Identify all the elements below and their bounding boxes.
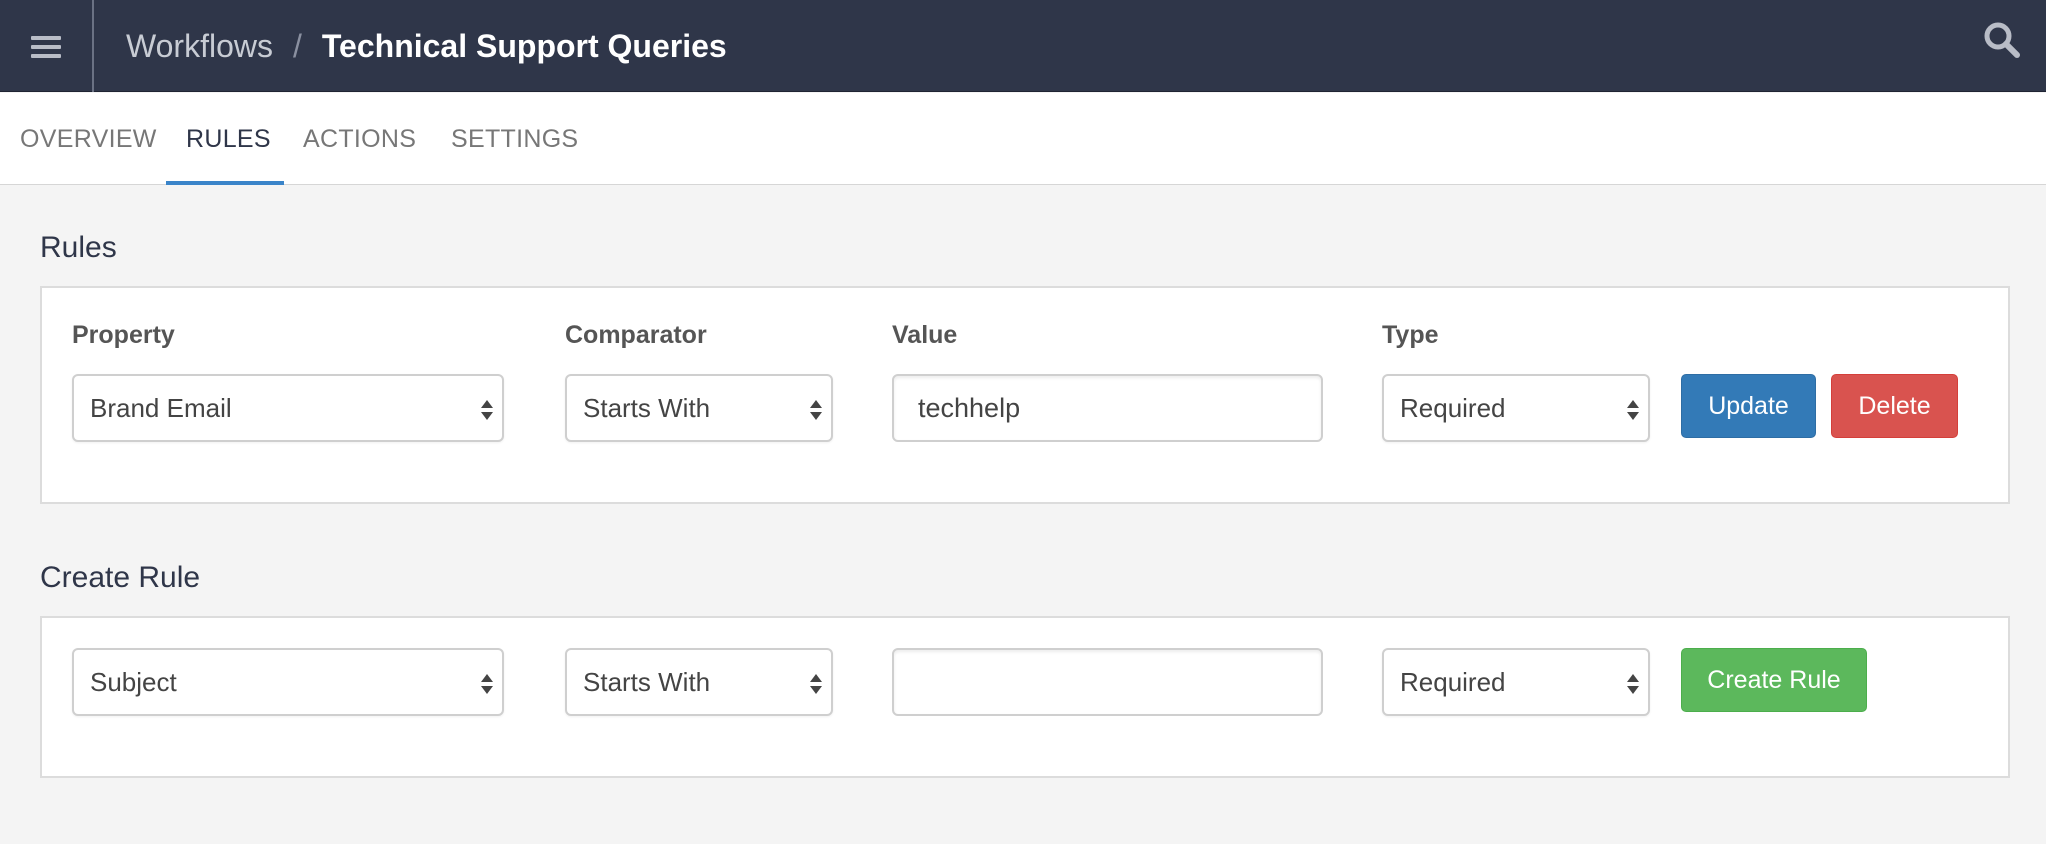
new-rule-property-value: Subject	[90, 666, 177, 697]
rule-property-select[interactable]: Brand Email	[72, 374, 504, 442]
create-rule-panel: Subject Starts With Required Create Rule	[40, 616, 2010, 778]
rule-type-select[interactable]: Required	[1382, 374, 1650, 442]
active-tab-indicator	[166, 181, 284, 185]
rules-section-title: Rules	[40, 231, 117, 264]
new-rule-type-value: Required	[1400, 666, 1506, 697]
hamburger-menu-icon	[31, 34, 61, 58]
tab-rules[interactable]: RULES	[186, 93, 271, 185]
rule-value-input[interactable]	[892, 374, 1323, 442]
value-label: Value	[892, 321, 958, 349]
select-arrows-icon	[810, 674, 822, 694]
breadcrumb-separator: /	[292, 27, 302, 64]
tab-actions[interactable]: ACTIONS	[303, 93, 416, 185]
new-rule-type-select[interactable]: Required	[1382, 648, 1650, 716]
property-label: Property	[72, 321, 175, 349]
select-arrows-icon	[810, 400, 822, 420]
rule-comparator-value: Starts With	[583, 392, 711, 423]
tab-bar: OVERVIEW RULES ACTIONS SETTINGS	[0, 93, 2046, 185]
search-icon	[1984, 22, 2020, 58]
type-label: Type	[1382, 321, 1439, 349]
tab-settings[interactable]: SETTINGS	[451, 93, 578, 185]
top-navbar: Workflows / Technical Support Queries	[0, 0, 2046, 92]
select-arrows-icon	[481, 400, 493, 420]
page-title: Technical Support Queries	[321, 27, 727, 64]
rules-panel: Property Comparator Value Type Brand Ema…	[40, 286, 2010, 504]
rule-type-value: Required	[1400, 392, 1506, 423]
update-button[interactable]: Update	[1681, 374, 1816, 438]
select-arrows-icon	[481, 674, 493, 694]
select-arrows-icon	[1627, 400, 1639, 420]
new-rule-property-select[interactable]: Subject	[72, 648, 504, 716]
new-rule-value-input[interactable]	[892, 648, 1323, 716]
breadcrumb-workflows-link[interactable]: Workflows	[126, 28, 273, 65]
delete-button[interactable]: Delete	[1831, 374, 1958, 438]
tab-overview[interactable]: OVERVIEW	[20, 93, 157, 185]
create-rule-button[interactable]: Create Rule	[1681, 648, 1867, 712]
breadcrumb: Workflows / Technical Support Queries	[126, 0, 727, 92]
new-rule-comparator-value: Starts With	[583, 666, 711, 697]
create-rule-section-title: Create Rule	[40, 561, 201, 594]
search-button[interactable]	[1982, 20, 2022, 60]
menu-button[interactable]	[0, 0, 94, 92]
comparator-label: Comparator	[565, 321, 707, 349]
rule-comparator-select[interactable]: Starts With	[565, 374, 833, 442]
select-arrows-icon	[1627, 674, 1639, 694]
new-rule-comparator-select[interactable]: Starts With	[565, 648, 833, 716]
rule-property-value: Brand Email	[90, 392, 232, 423]
